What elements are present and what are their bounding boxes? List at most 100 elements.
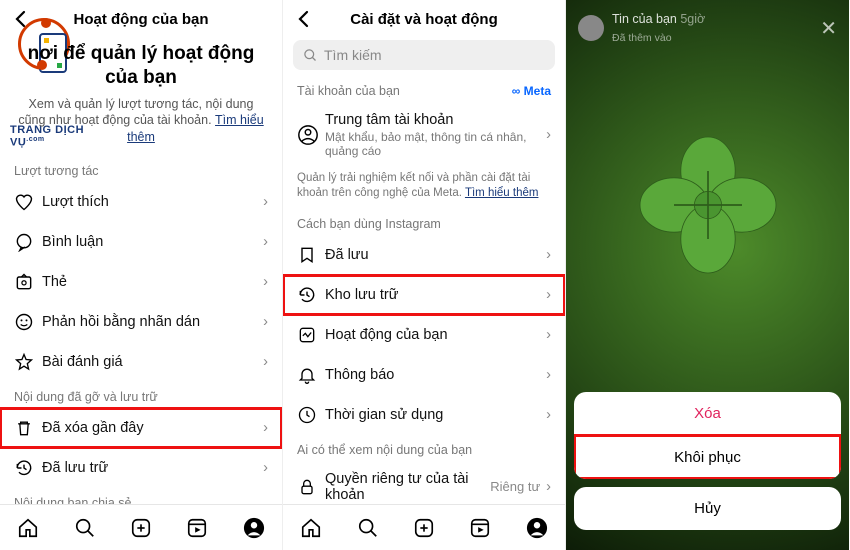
story-background[interactable]: Tin của bạn 5giờ Đã thêm vào ✕ Xóa Khôi … [566, 0, 849, 550]
row-label: Lượt thích [42, 194, 263, 210]
row-label: Đã lưu [325, 247, 546, 263]
section-account: Tài khoản của bạn [297, 84, 400, 98]
meta-badge: ∞ Meta [512, 84, 551, 98]
search-icon [303, 48, 318, 63]
header-title: Hoạt động của bạn [34, 11, 248, 28]
cancel-button[interactable]: Hủy [574, 487, 841, 530]
tab-bar [283, 504, 565, 550]
tab-profile[interactable] [241, 515, 267, 541]
chevron-right-icon: › [546, 327, 551, 343]
row-star[interactable]: Bài đánh giá› [0, 342, 282, 382]
chevron-right-icon: › [263, 274, 268, 290]
chevron-right-icon: › [263, 234, 268, 250]
sticker-icon [14, 312, 42, 332]
avatar[interactable] [578, 15, 604, 41]
chevron-right-icon: › [546, 127, 551, 143]
tab-reels[interactable] [467, 515, 493, 541]
row-label: Đã xóa gần đây [42, 420, 263, 436]
search-input[interactable]: Tìm kiếm [293, 40, 555, 70]
row-label: Phản hồi bằng nhãn dán [42, 314, 263, 330]
row-title: Trung tâm tài khoản [325, 112, 546, 128]
close-icon[interactable]: ✕ [820, 16, 837, 41]
chevron-right-icon: › [546, 247, 551, 263]
row-chat[interactable]: Bình luận› [0, 222, 282, 262]
tag-icon [14, 272, 42, 292]
history-icon [297, 285, 325, 305]
chevron-right-icon: › [263, 194, 268, 210]
row-label: Bài đánh giá [42, 354, 263, 370]
account-blurb: Quản lý trải nghiệm kết nối và phần cài … [283, 169, 565, 209]
section-removed: Nội dung đã gỡ và lưu trữ [0, 382, 282, 408]
row-account-center[interactable]: Trung tâm tài khoản Mật khẩu, bảo mật, t… [283, 102, 565, 169]
story-user: Tin của bạn 5giờ [612, 12, 705, 26]
row-bell[interactable]: Thông báo› [283, 355, 565, 395]
delete-button[interactable]: Xóa [574, 392, 841, 435]
tab-home[interactable] [298, 515, 324, 541]
row-label: Thời gian sử dụng [325, 407, 546, 423]
hero-desc: Xem và quản lý lượt tương tác, nội dung … [14, 96, 268, 147]
row-label: Đã lưu trữ [42, 460, 263, 476]
chevron-right-icon: › [546, 287, 551, 303]
row-bookmark[interactable]: Đã lưu› [283, 235, 565, 275]
activity-icon [297, 325, 325, 345]
chat-icon [14, 232, 42, 252]
tab-create[interactable] [128, 515, 154, 541]
heart-icon [14, 192, 42, 212]
history-icon [14, 458, 42, 478]
tab-search[interactable] [355, 515, 381, 541]
action-sheet: Xóa Khôi phục Hủy [574, 392, 841, 538]
row-sticker[interactable]: Phản hồi bằng nhãn dán› [0, 302, 282, 342]
tab-profile[interactable] [524, 515, 550, 541]
header: Hoạt động của bạn [0, 0, 282, 38]
row-label: Thông báo [325, 367, 546, 383]
tab-reels[interactable] [184, 515, 210, 541]
back-button[interactable] [6, 10, 34, 28]
row-clock[interactable]: Thời gian sử dụng› [283, 395, 565, 435]
bookmark-icon [297, 245, 325, 265]
story-header: Tin của bạn 5giờ Đã thêm vào ✕ [566, 0, 849, 56]
star-icon [14, 352, 42, 372]
header-title: Cài đặt và hoạt động [317, 11, 531, 28]
tab-search[interactable] [72, 515, 98, 541]
tab-create[interactable] [411, 515, 437, 541]
row-trash[interactable]: Đã xóa gần đây› [0, 408, 282, 448]
section-shared: Nội dung bạn chia sẻ [0, 488, 282, 504]
row-history[interactable]: Kho lưu trữ› [283, 275, 565, 315]
clock-icon [297, 405, 325, 425]
section-usage: Cách bạn dùng Instagram [283, 209, 565, 235]
settings-pane: Cài đặt và hoạt động Tìm kiếm Tài khoản … [283, 0, 566, 550]
row-label: Hoạt động của bạn [325, 327, 546, 343]
chevron-right-icon: › [263, 460, 268, 476]
row-tag[interactable]: Thẻ› [0, 262, 282, 302]
back-button[interactable] [289, 10, 317, 28]
chevron-right-icon: › [263, 420, 268, 436]
row-activity[interactable]: Hoạt động của bạn› [283, 315, 565, 355]
row-lock[interactable]: Quyền riêng tư của tài khoảnRiêng tư› [283, 461, 565, 504]
tab-home[interactable] [15, 515, 41, 541]
tab-bar [0, 504, 282, 550]
chevron-right-icon: › [263, 354, 268, 370]
clover-image [623, 120, 793, 290]
section-visibility: Ai có thể xem nội dung của bạn [283, 435, 565, 461]
lock-icon [297, 477, 325, 497]
row-history[interactable]: Đã lưu trữ› [0, 448, 282, 488]
row-heart[interactable]: Lượt thích› [0, 182, 282, 222]
row-label: Kho lưu trữ [325, 287, 546, 303]
trash-icon [14, 418, 42, 438]
user-circle-icon [297, 124, 325, 146]
learn-more-link[interactable]: Tìm hiểu thêm [465, 187, 539, 199]
hero: nơi để quản lý hoạt động của bạn Xem và … [0, 38, 282, 156]
chevron-right-icon: › [546, 479, 551, 495]
row-meta: Riêng tư [490, 479, 540, 494]
bell-icon [297, 365, 325, 385]
restore-button[interactable]: Khôi phục [574, 435, 841, 479]
chevron-right-icon: › [263, 314, 268, 330]
chevron-right-icon: › [546, 407, 551, 423]
section-interactions: Lượt tương tác [0, 156, 282, 182]
story-added-to: Đã thêm vào [612, 32, 672, 44]
row-label: Bình luận [42, 234, 263, 250]
search-placeholder: Tìm kiếm [324, 47, 382, 63]
header: Cài đặt và hoạt động [283, 0, 565, 38]
row-label: Thẻ [42, 274, 263, 290]
chevron-right-icon: › [546, 367, 551, 383]
